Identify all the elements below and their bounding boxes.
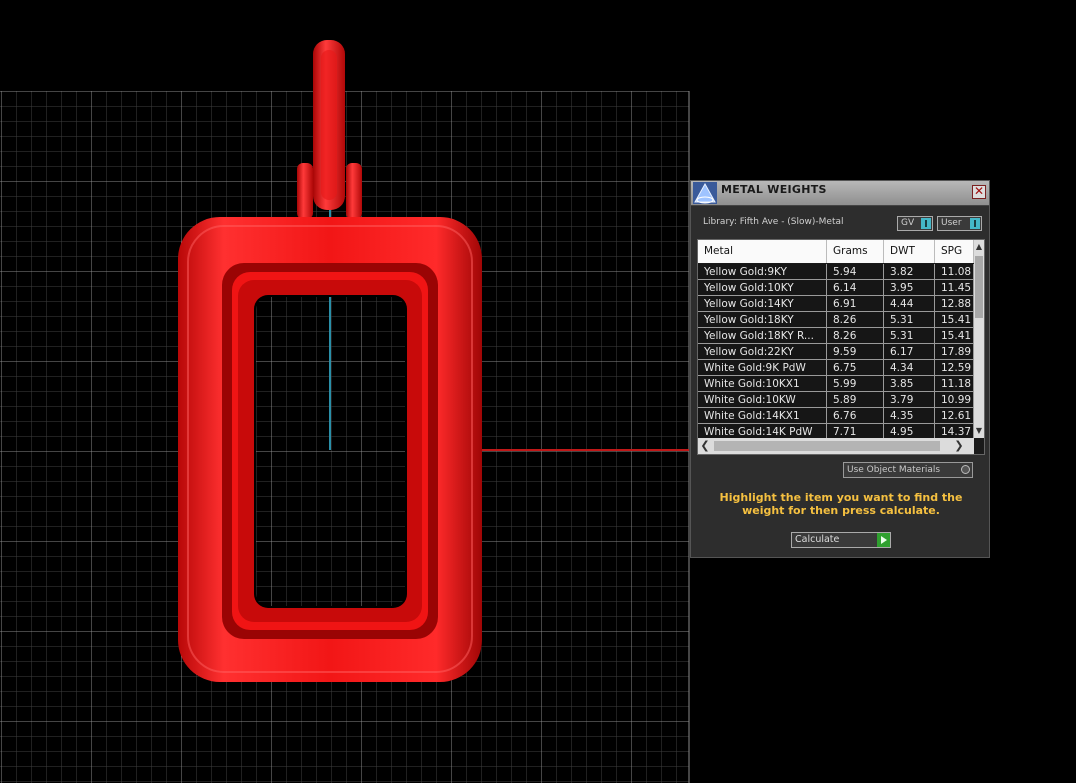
metal-weights-panel: METAL WEIGHTS ✕ Library: Fifth Ave - (Sl… (690, 180, 990, 558)
pendant-frame (178, 217, 482, 682)
table-row[interactable]: Yellow Gold:10KY 6.14 3.95 11.45 (698, 280, 974, 296)
table-cell: 11.45 (935, 280, 974, 296)
table-cell: 5.94 (827, 264, 884, 280)
gv-toggle[interactable]: GV (897, 216, 933, 231)
panel-title: METAL WEIGHTS (721, 183, 827, 196)
table-row[interactable]: White Gold:10KX1 5.99 3.85 11.18 (698, 376, 974, 392)
table-row[interactable]: White Gold:14KX1 6.76 4.35 12.61 (698, 408, 974, 424)
table-cell: 4.44 (884, 296, 935, 312)
table-cell: 10.99 (935, 392, 974, 408)
user-toggle-label: User (941, 218, 962, 228)
table-cell: 4.34 (884, 360, 935, 376)
table-cell: 6.75 (827, 360, 884, 376)
table-cell: 17.89 (935, 344, 974, 360)
table-cell: 6.91 (827, 296, 884, 312)
use-object-materials-toggle[interactable]: Use Object Materials (843, 462, 973, 478)
radio-icon (961, 465, 970, 474)
table-cell: Yellow Gold:22KY (698, 344, 827, 360)
vertical-scroll-thumb[interactable] (975, 256, 983, 318)
table-cell: 8.26 (827, 328, 884, 344)
play-arrow-icon (877, 533, 890, 547)
metal-table[interactable]: Metal Grams DWT SPG Yellow Gold:9KY 5.94 3… (697, 239, 985, 455)
table-cell: White Gold:14KX1 (698, 408, 827, 424)
table-cell: 3.95 (884, 280, 935, 296)
table-cell: 5.31 (884, 312, 935, 328)
table-cell: 3.85 (884, 376, 935, 392)
table-cell: 15.41 (935, 312, 974, 328)
table-cell: 12.88 (935, 296, 974, 312)
table-cell: Yellow Gold:14KY (698, 296, 827, 312)
table-cell: 5.31 (884, 328, 935, 344)
user-toggle[interactable]: User (937, 216, 982, 231)
horizontal-scroll-thumb[interactable] (714, 441, 940, 451)
table-cell: 11.08 (935, 264, 974, 280)
table-cell: 3.79 (884, 392, 935, 408)
scroll-right-icon[interactable]: ❯ (952, 438, 966, 454)
vertical-scrollbar[interactable]: ▲ ▼ (974, 240, 984, 438)
table-cell: 4.35 (884, 408, 935, 424)
table-header: Metal Grams DWT SPG (698, 240, 974, 263)
table-cell: 6.76 (827, 408, 884, 424)
panel-titlebar[interactable]: METAL WEIGHTS ✕ (691, 181, 989, 206)
table-row[interactable]: Yellow Gold:18KY R... 8.26 5.31 15.41 (698, 328, 974, 344)
table-row[interactable]: White Gold:10KW 5.89 3.79 10.99 (698, 392, 974, 408)
column-header-dwt[interactable]: DWT (884, 240, 935, 263)
table-cell: 12.59 (935, 360, 974, 376)
table-cell: Yellow Gold:10KY (698, 280, 827, 296)
table-cell: White Gold:10KX1 (698, 376, 827, 392)
use-object-materials-label: Use Object Materials (847, 465, 941, 475)
column-header-spg[interactable]: SPG (935, 240, 974, 263)
table-cell: 9.59 (827, 344, 884, 360)
close-icon[interactable]: ✕ (972, 185, 986, 199)
table-cell: Yellow Gold:18KY (698, 312, 827, 328)
table-cell: 3.82 (884, 264, 935, 280)
table-cell: White Gold:10KW (698, 392, 827, 408)
table-row[interactable]: Yellow Gold:14KY 6.91 4.44 12.88 (698, 296, 974, 312)
instruction-text: Highlight the item you want to find the … (719, 491, 963, 517)
toggle-switch-icon (921, 218, 931, 229)
table-cell: 5.89 (827, 392, 884, 408)
column-header-metal[interactable]: Metal (698, 240, 827, 263)
toggle-switch-icon (970, 218, 980, 229)
calculate-button[interactable]: Calculate (791, 532, 891, 548)
scroll-down-icon[interactable]: ▼ (974, 425, 984, 437)
table-cell: Yellow Gold:9KY (698, 264, 827, 280)
scroll-left-icon[interactable]: ❮ (698, 438, 712, 454)
horizontal-scrollbar[interactable]: ❮ ❯ (698, 438, 974, 454)
table-cell: 5.99 (827, 376, 884, 392)
software-logo-icon (693, 182, 717, 204)
table-cell: 12.61 (935, 408, 974, 424)
table-row[interactable]: Yellow Gold:22KY 9.59 6.17 17.89 (698, 344, 974, 360)
column-header-grams[interactable]: Grams (827, 240, 884, 263)
library-label: Library: Fifth Ave - (Slow)-Metal (703, 217, 844, 227)
scroll-up-icon[interactable]: ▲ (974, 241, 984, 253)
table-row[interactable]: Yellow Gold:18KY 8.26 5.31 15.41 (698, 312, 974, 328)
table-body: Yellow Gold:9KY 5.94 3.82 11.08 Yellow Gold:… (698, 264, 974, 440)
table-cell: 6.14 (827, 280, 884, 296)
table-row[interactable]: White Gold:9K PdW 6.75 4.34 12.59 (698, 360, 974, 376)
table-cell: 8.26 (827, 312, 884, 328)
table-cell: Yellow Gold:18KY R... (698, 328, 827, 344)
table-cell: 11.18 (935, 376, 974, 392)
gv-toggle-label: GV (901, 218, 915, 228)
table-cell: 15.41 (935, 328, 974, 344)
table-row[interactable]: Yellow Gold:9KY 5.94 3.82 11.08 (698, 264, 974, 280)
table-cell: 6.17 (884, 344, 935, 360)
table-cell: White Gold:9K PdW (698, 360, 827, 376)
calculate-label: Calculate (795, 534, 840, 545)
